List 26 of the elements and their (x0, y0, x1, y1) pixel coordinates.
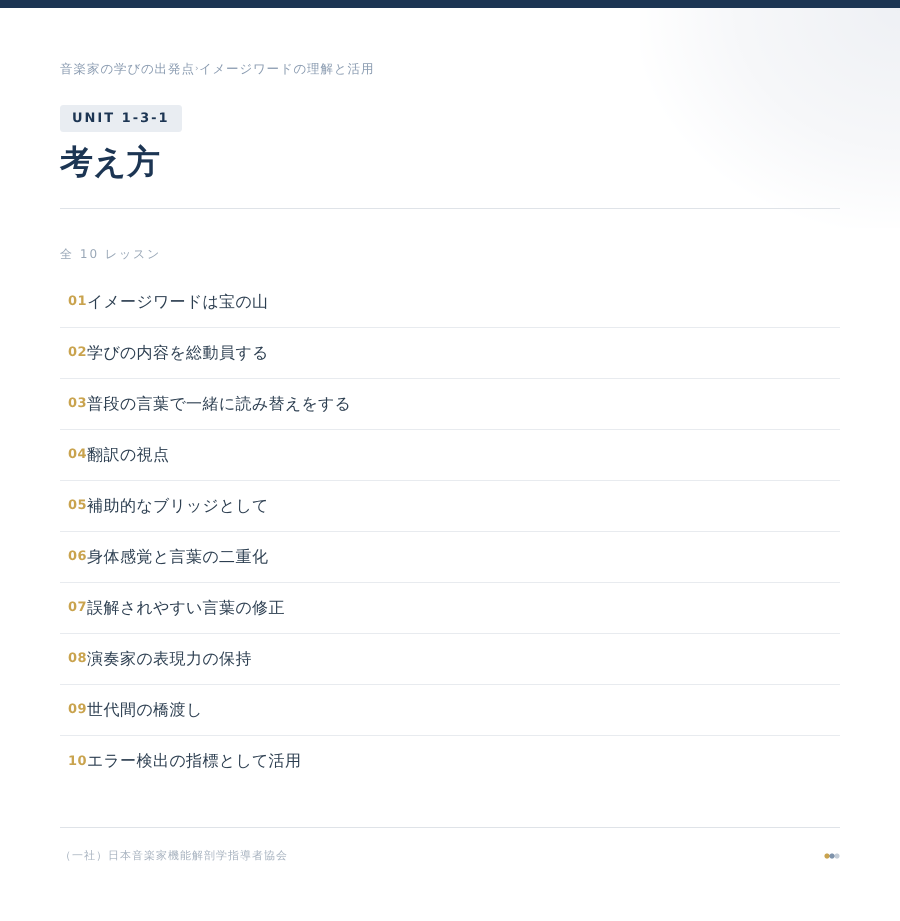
page-title: 考え方 (60, 142, 161, 182)
lesson-link[interactable]: エラー検出の指標として活用 (87, 749, 302, 774)
lesson-number: 10 (68, 752, 88, 771)
lesson-number: 06 (68, 548, 88, 566)
organization-name: （一社）日本音楽家機能解剖学指導者協会 (60, 848, 288, 864)
lesson-link[interactable]: 世代間の橋渡し (87, 698, 203, 722)
lesson-count: 全 10 レッスン (60, 246, 161, 261)
lesson-link[interactable]: 誤解されやすい言葉の修正 (87, 596, 286, 620)
lesson-number: 09 (68, 702, 88, 720)
lesson-number: 03 (68, 396, 88, 414)
lesson-link[interactable]: イメージワードは宝の山 (87, 290, 269, 314)
lesson-number: 08 (68, 651, 88, 668)
dots-icon (824, 853, 840, 860)
lesson-number: 01 (68, 293, 88, 312)
breadcrumb-separator: › (195, 62, 200, 76)
lesson-link[interactable]: 翻訳の視点 (87, 442, 170, 467)
lesson-number: 04 (68, 446, 88, 464)
lesson-link[interactable]: 学びの内容を総動員する (87, 340, 269, 365)
lesson-link[interactable]: 補助的なブリッジとして (87, 494, 269, 518)
lesson-link[interactable]: 身体感覚と言葉の二重化 (87, 544, 269, 569)
lesson-number: 07 (68, 600, 88, 618)
lesson-number: 02 (68, 344, 88, 362)
unit-badge: UNIT 1-3-1 (60, 104, 182, 132)
lesson-number: 05 (68, 498, 88, 516)
lesson-link[interactable]: 普段の言葉で一緒に読み替えをする (87, 392, 352, 416)
lesson-link[interactable]: 演奏家の表現力の保持 (87, 646, 252, 671)
